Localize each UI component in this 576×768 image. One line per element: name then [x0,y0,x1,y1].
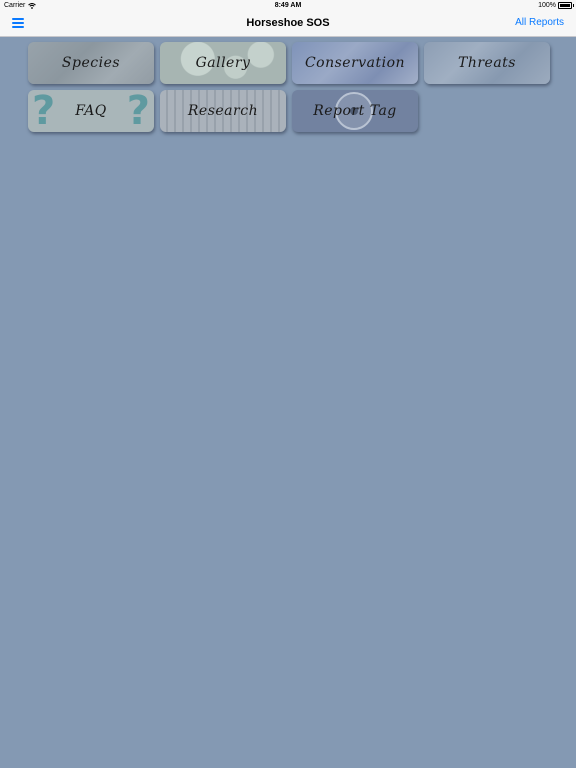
tile-conservation-label: Conservation [304,55,406,71]
battery-percent: 100% [538,2,556,9]
status-bar: Carrier 8:49 AM 100% [0,0,576,12]
tile-threats-label: Threats [458,55,516,71]
all-reports-button[interactable]: All Reports [515,17,564,28]
tile-research[interactable]: Research [160,90,286,132]
tile-species[interactable]: Species [28,42,154,84]
tile-species-label: Species [61,55,121,71]
battery-icon [558,2,574,9]
tile-threats[interactable]: Threats [424,42,550,84]
tile-conservation[interactable]: Conservation [292,42,418,84]
tile-gallery[interactable]: Gallery [160,42,286,84]
tile-faq-label: FAQ [75,103,107,119]
page-title: Horseshoe SOS [246,17,330,29]
tile-research-label: Research [187,103,259,119]
navigation-bar: Horseshoe SOS All Reports [0,12,576,37]
tile-gallery-label: Gallery [195,55,251,71]
tile-report-tag[interactable]: Report Tag [292,90,418,132]
tile-report-tag-label: Report Tag [313,103,397,119]
status-time: 8:49 AM [274,2,302,9]
tile-faq[interactable]: ? ? FAQ [28,90,154,132]
battery-info: 100% [538,2,574,9]
